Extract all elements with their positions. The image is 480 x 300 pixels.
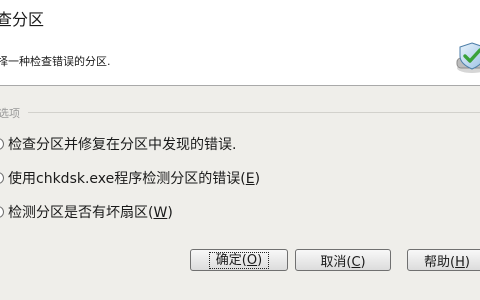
option-chkdsk-label: 使用chkdsk.exe程序检测分区的错误(E) xyxy=(8,171,261,187)
radio-check-repair[interactable] xyxy=(0,138,4,150)
dialog-header: 查分区 择一种检查错误的分区. xyxy=(0,0,480,85)
radio-bad-sectors[interactable] xyxy=(0,206,4,218)
cancel-button[interactable]: 取消(C) xyxy=(295,249,391,271)
option-bad-sectors[interactable]: 检测分区是否有坏扇区(W) xyxy=(0,202,173,222)
option-check-repair[interactable]: 检查分区并修复在分区中发现的错误. xyxy=(0,134,236,154)
ok-button[interactable]: 确定(O) xyxy=(190,249,288,271)
dialog-subtitle: 择一种检查错误的分区. xyxy=(0,55,111,68)
option-bad-sectors-label: 检测分区是否有坏扇区(W) xyxy=(8,205,173,221)
option-check-repair-label: 检查分区并修复在分区中发现的错误. xyxy=(8,137,237,153)
ok-button-label: 确定(O) xyxy=(208,251,270,269)
check-disk-icon xyxy=(456,42,480,73)
options-group-line xyxy=(28,112,480,113)
cancel-button-label: 取消(C) xyxy=(320,254,366,270)
header-divider xyxy=(0,85,480,86)
help-button[interactable]: 帮助(H) xyxy=(407,249,480,271)
help-button-label: 帮助(H) xyxy=(424,254,470,270)
radio-chkdsk[interactable] xyxy=(0,172,4,184)
option-chkdsk[interactable]: 使用chkdsk.exe程序检测分区的错误(E) xyxy=(0,168,260,188)
dialog-title: 查分区 xyxy=(0,10,45,29)
options-group-label: 选项 xyxy=(0,107,20,120)
